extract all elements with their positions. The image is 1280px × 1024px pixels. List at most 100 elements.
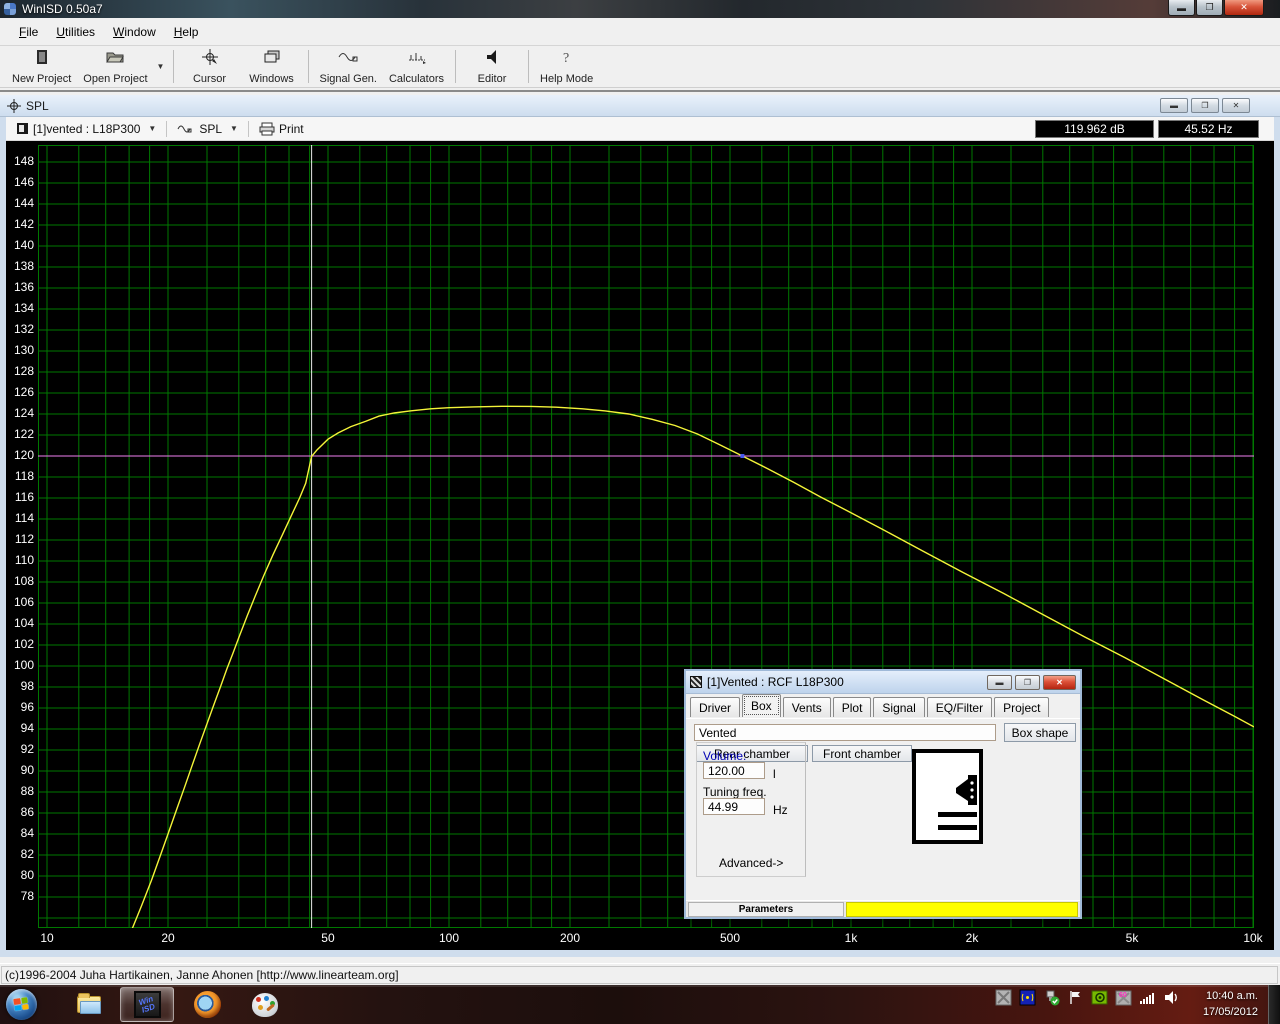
y-tick-label: 122: [6, 427, 34, 441]
toolbar-separator: [166, 121, 167, 137]
nvidia-icon[interactable]: [1091, 989, 1108, 1006]
cursor-button[interactable]: Cursor: [179, 46, 241, 87]
menu-item-utilities[interactable]: Utilities: [47, 21, 104, 43]
new-project-button[interactable]: New Project: [6, 46, 77, 87]
cursor-db-readout: 119.962 dB: [1035, 120, 1154, 138]
calculators-button[interactable]: Calculators: [383, 46, 450, 87]
winisd-icon: WinISD: [134, 991, 161, 1018]
windows-button[interactable]: Windows: [241, 46, 303, 87]
tab-project[interactable]: Project: [994, 697, 1049, 717]
help-mode-button[interactable]: ?Help Mode: [534, 46, 599, 87]
y-tick-label: 146: [6, 175, 34, 189]
open-project-dropdown[interactable]: ▼: [154, 46, 168, 87]
new-project-icon: [35, 48, 49, 66]
parameters-panel[interactable]: Parameters: [688, 902, 844, 917]
dialog-statusbar: Parameters: [686, 900, 1080, 917]
y-tick-label: 144: [6, 196, 34, 210]
close-button[interactable]: ✕: [1224, 0, 1264, 16]
print-button[interactable]: Print: [255, 122, 308, 136]
y-tick-label: 140: [6, 238, 34, 252]
dialog-body: Vented Box shape Rear chamber Front cham…: [686, 718, 1080, 900]
main-titlebar: WinISD 0.50a7: [0, 0, 1280, 18]
spl-restore-button[interactable]: ❐: [1191, 98, 1219, 113]
dialog-minimize-button[interactable]: ▬: [987, 675, 1012, 690]
dialog-icon: [690, 676, 702, 688]
usb-eject-icon[interactable]: [1043, 989, 1060, 1006]
x-tick-label: 500: [720, 931, 740, 945]
taskbar-item-winisd[interactable]: WinISD: [120, 987, 174, 1022]
menu-item-window[interactable]: Window: [104, 21, 165, 43]
tuning-freq-input[interactable]: 44.99: [703, 798, 765, 815]
start-button[interactable]: [6, 989, 37, 1020]
menu-item-help[interactable]: Help: [165, 21, 208, 43]
taskbar-item-explorer[interactable]: [62, 987, 116, 1022]
driver-box-icon: [16, 122, 29, 135]
y-tick-label: 88: [6, 784, 34, 798]
tab-vents[interactable]: Vents: [783, 697, 831, 717]
y-tick-label: 124: [6, 406, 34, 420]
svg-text:?: ?: [563, 51, 569, 65]
spl-titlebar[interactable]: SPL: [0, 95, 1280, 117]
open-project-button[interactable]: Open Project: [77, 46, 153, 87]
volume-icon[interactable]: [1163, 989, 1180, 1006]
tuning-freq-unit: Hz: [773, 803, 788, 817]
taskbar-clock[interactable]: 10:40 a.m. 17/05/2012: [1180, 988, 1258, 1020]
dialog-restore-button[interactable]: ❐: [1015, 675, 1040, 690]
menu-item-file[interactable]: File: [10, 21, 47, 43]
explorer-icon: [77, 996, 101, 1013]
box-shape-button[interactable]: Box shape: [1004, 723, 1076, 742]
plot-type-combo-label: SPL: [199, 122, 222, 136]
crosshair-icon: [6, 98, 22, 114]
spl-window-title: SPL: [26, 99, 49, 113]
signal-gen--button[interactable]: Signal Gen.: [314, 46, 383, 87]
taskbar-item-firefox[interactable]: [180, 987, 234, 1022]
y-tick-label: 94: [6, 721, 34, 735]
system-tray: 60: [995, 989, 1180, 1006]
tuning-freq-label: Tuning freq.: [703, 785, 767, 799]
tab-box[interactable]: Box: [742, 694, 781, 717]
dialog-titlebar[interactable]: [1]Vented : RCF L18P300 ▬ ❐ ✕: [686, 671, 1080, 694]
gpu-temp-60-icon[interactable]: 60: [1115, 989, 1132, 1006]
y-tick-label: 90: [6, 763, 34, 777]
advanced-link[interactable]: Advanced->: [719, 856, 783, 870]
y-tick-label: 116: [6, 490, 34, 504]
directx-icon[interactable]: [995, 989, 1012, 1006]
action-center-flag-icon[interactable]: [1067, 989, 1084, 1006]
x-tick-label: 10k: [1243, 931, 1262, 945]
project-combo[interactable]: [1]vented : L18P300 ▼: [12, 122, 160, 136]
x-tick-label: 5k: [1126, 931, 1139, 945]
front-chamber-button[interactable]: Front chamber: [812, 745, 912, 762]
windows-icon: [264, 48, 280, 66]
y-tick-label: 128: [6, 364, 34, 378]
y-tick-label: 106: [6, 595, 34, 609]
dialog-tabs: DriverBoxVentsPlotSignalEQ/FilterProject: [686, 694, 1080, 718]
tab-eq-filter[interactable]: EQ/Filter: [927, 697, 992, 717]
spl-caption-buttons: ▬ ❐ ✕: [1160, 98, 1250, 113]
plot-type-combo[interactable]: SPL ▼: [173, 122, 242, 136]
y-tick-label: 80: [6, 868, 34, 882]
tab-signal[interactable]: Signal: [873, 697, 924, 717]
minimize-button[interactable]: ▬: [1168, 0, 1195, 16]
x-tick-label: 200: [560, 931, 580, 945]
box-type-field[interactable]: Vented: [694, 724, 996, 741]
tab-plot[interactable]: Plot: [833, 697, 872, 717]
y-tick-label: 84: [6, 826, 34, 840]
signal-bars-icon[interactable]: [1139, 989, 1156, 1006]
wireless-blue-icon[interactable]: [1019, 989, 1036, 1006]
windows-start-icon: [13, 997, 29, 1011]
box-shape-drawing: [912, 749, 983, 844]
y-tick-label: 120: [6, 448, 34, 462]
taskbar-item-paint[interactable]: [238, 987, 292, 1022]
maximize-button[interactable]: ❐: [1196, 0, 1223, 16]
volume-input[interactable]: 120.00: [703, 762, 765, 779]
y-tick-label: 148: [6, 154, 34, 168]
dialog-close-button[interactable]: ✕: [1043, 675, 1076, 690]
spl-close-button[interactable]: ✕: [1222, 98, 1250, 113]
toolbar-separator: [528, 50, 529, 83]
editor-button[interactable]: Editor: [461, 46, 523, 87]
spl-minimize-button[interactable]: ▬: [1160, 98, 1188, 113]
y-tick-label: 78: [6, 889, 34, 903]
tab-driver[interactable]: Driver: [690, 697, 740, 717]
show-desktop-button[interactable]: [1268, 985, 1280, 1024]
project-combo-label: [1]vented : L18P300: [33, 122, 140, 136]
